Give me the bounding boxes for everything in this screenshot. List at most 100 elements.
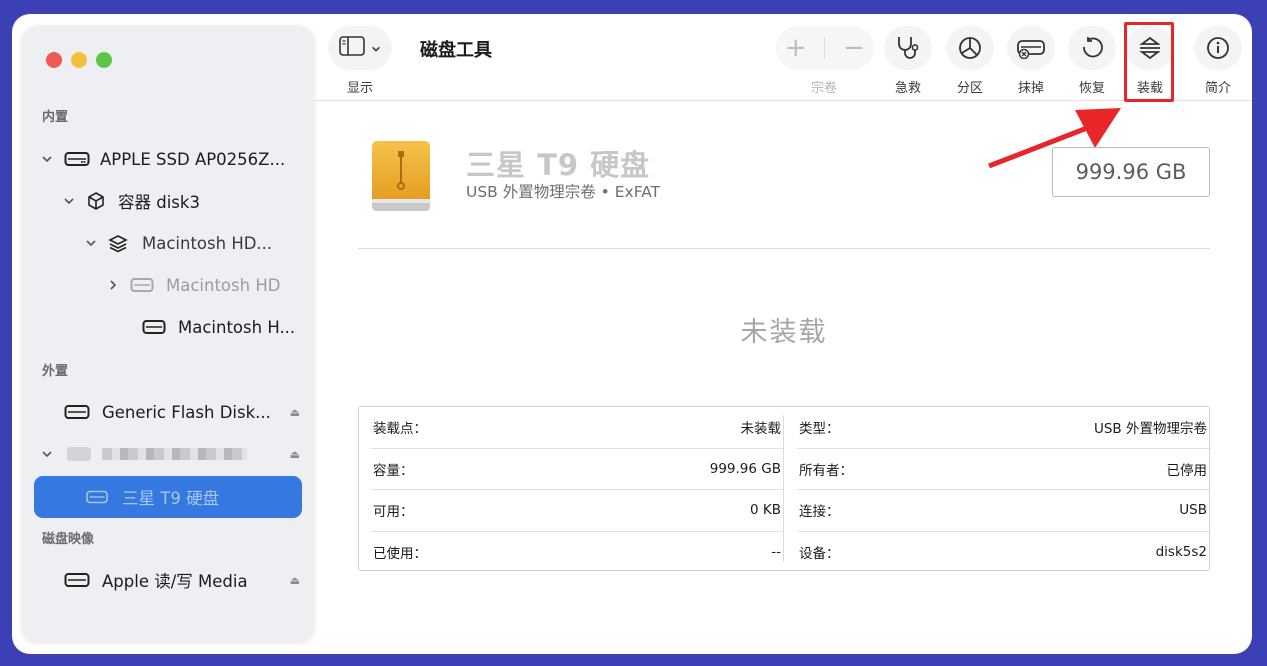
info-value: disk5s2 [1155, 543, 1207, 560]
chevron-down-icon[interactable] [84, 237, 98, 249]
info-label: 容量： [373, 462, 414, 479]
drive-icon [130, 277, 154, 293]
section-internal: 内置 [42, 110, 69, 125]
drive-icon [64, 571, 90, 589]
main-divider [358, 248, 1210, 249]
restore-icon [1083, 37, 1103, 58]
sidebar-item-macintosh-hd-group[interactable]: Macintosh HD... [84, 226, 272, 260]
info-value: USB [1179, 502, 1207, 519]
info-value: 0 KB [750, 502, 781, 519]
sidebar-item-label: Macintosh H... [178, 317, 296, 337]
first-aid-label: 急救 [894, 81, 921, 96]
sidebar-item-generic-flash-disk[interactable]: Generic Flash Disk... ⏏ [64, 395, 314, 429]
restore-label: 恢复 [1078, 81, 1105, 96]
info-row: 容量： 999.96 GB [371, 449, 783, 490]
pie-chart-icon [959, 37, 981, 59]
window-controls [46, 52, 112, 68]
drive-icon [66, 444, 92, 464]
drive-icon [86, 490, 108, 504]
toolbar-divider [314, 100, 1252, 101]
eject-icon[interactable]: ⏏ [290, 448, 300, 461]
info-row: 连接： USB [797, 490, 1209, 532]
stethoscope-icon [898, 37, 919, 59]
sidebar-item-apple-rw-media[interactable]: Apple 读/写 Media ⏏ [64, 563, 314, 597]
disk-utility-window: 内置 APPLE SSD AP0256Z... 容器 disk3 Macinto… [12, 14, 1252, 654]
erase-button[interactable] [1007, 26, 1055, 70]
sidebar-item-label: Macintosh HD [166, 275, 281, 295]
sidebar-item-macintosh-hd[interactable]: Macintosh HD [106, 268, 280, 302]
erase-disk-icon [1017, 40, 1045, 59]
sidebar-item-label: APPLE SSD AP0256Z... [100, 149, 286, 169]
external-drive-icon [370, 139, 432, 217]
section-disk-images: 磁盘映像 [42, 532, 95, 547]
info-label: 简介 [1204, 81, 1231, 96]
info-button[interactable] [1194, 26, 1242, 70]
drive-icon [64, 150, 90, 168]
partition-label: 分区 [956, 81, 983, 96]
close-button[interactable] [46, 52, 62, 68]
mount-highlight-box [1124, 22, 1174, 102]
partition-button[interactable] [946, 26, 994, 70]
minimize-button[interactable] [71, 52, 87, 68]
info-label: 连接： [799, 504, 840, 521]
eject-icon[interactable]: ⏏ [290, 574, 300, 587]
redacted-label [102, 448, 247, 460]
capacity-box: 999.96 GB [1052, 147, 1210, 197]
container-icon [86, 191, 106, 211]
volume-add-remove: + − [776, 26, 874, 70]
drive-icon [64, 403, 90, 421]
info-row: 已使用： -- [371, 532, 783, 573]
chevron-down-icon[interactable] [40, 153, 54, 165]
sidebar-item-macintosh-h[interactable]: Macintosh H... [142, 310, 295, 344]
info-value: 999.96 GB [709, 460, 781, 477]
eject-icon[interactable]: ⏏ [290, 406, 300, 419]
sidebar: 内置 APPLE SSD AP0256Z... 容器 disk3 Macinto… [22, 26, 314, 642]
view-button[interactable] [328, 26, 392, 70]
info-value: 已停用 [1166, 462, 1208, 479]
sidebar-item-label: Generic Flash Disk... [102, 402, 271, 422]
sidebar-item-apple-ssd[interactable]: APPLE SSD AP0256Z... [40, 142, 285, 176]
sidebar-item-blurred-disk[interactable]: ⏏ [40, 437, 314, 471]
sidebar-item-label: Macintosh HD... [142, 233, 273, 253]
disk-name: 三星 T9 硬盘 [466, 148, 651, 182]
info-value: 未装载 [740, 421, 782, 438]
mount-status: 未装载 [740, 317, 828, 348]
sidebar-item-samsung-t9[interactable]: 三星 T9 硬盘 [34, 476, 302, 518]
info-icon [1207, 37, 1229, 59]
info-label: 已使用： [373, 545, 427, 562]
zoom-button[interactable] [96, 52, 112, 68]
toolbar: 显示 磁盘工具 + − 宗卷 急救 分区 抹掉 恢复 装载 简介 [314, 14, 1252, 100]
disk-subtitle: USB 外置物理宗卷 • ExFAT [466, 183, 661, 201]
info-row: 所有者： 已停用 [797, 449, 1209, 490]
info-label: 设备： [799, 545, 840, 562]
remove-volume-button[interactable]: − [843, 33, 865, 63]
sidebar-item-label: 容器 disk3 [118, 193, 200, 212]
info-label: 所有者： [799, 462, 853, 479]
info-column-divider [783, 415, 784, 562]
info-table: 装载点： 未装载 容量： 999.96 GB 可用： 0 KB 已使用： -- 类型： U… [358, 406, 1210, 571]
drive-icon [142, 319, 166, 335]
first-aid-button[interactable] [884, 26, 932, 70]
layers-icon [108, 233, 128, 253]
info-column-right: 类型： USB 外置物理宗卷 所有者： 已停用 连接： USB 设备： disk5s2 [797, 407, 1209, 572]
info-label: 类型： [799, 421, 840, 438]
chevron-down-icon [371, 39, 381, 58]
info-row: 装载点： 未装载 [371, 407, 783, 449]
erase-label: 抹掉 [1017, 81, 1044, 96]
chevron-right-icon[interactable] [106, 279, 120, 291]
window-title: 磁盘工具 [420, 40, 492, 61]
sidebar-toggle-icon [339, 36, 365, 60]
restore-button[interactable] [1068, 26, 1116, 70]
info-value: -- [771, 543, 781, 560]
sidebar-item-container-disk3[interactable]: 容器 disk3 [62, 184, 200, 218]
view-label: 显示 [346, 81, 373, 96]
info-label: 装载点： [373, 421, 427, 438]
sidebar-item-label: Apple 读/写 Media [102, 572, 248, 591]
info-row: 类型： USB 外置物理宗卷 [797, 407, 1209, 449]
chevron-down-icon[interactable] [62, 195, 76, 207]
chevron-down-icon[interactable] [40, 448, 54, 460]
info-value: USB 外置物理宗卷 [1093, 421, 1207, 438]
add-volume-button[interactable]: + [785, 33, 807, 63]
volume-label: 宗卷 [810, 81, 837, 96]
info-row: 设备： disk5s2 [797, 532, 1209, 573]
